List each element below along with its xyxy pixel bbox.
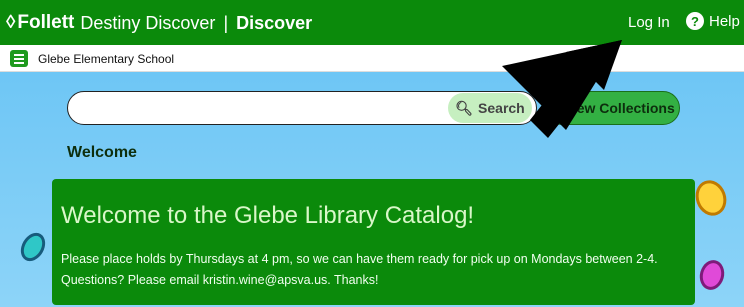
login-link[interactable]: Log In (628, 14, 670, 31)
search-button[interactable]: 🔍︎ Search (448, 93, 532, 123)
collections-icon: ■ (550, 100, 559, 116)
view-collections-label: View Collections (563, 100, 675, 116)
welcome-card-line: Questions? Please email kristin.wine@aps… (61, 273, 379, 287)
top-navigation-bar: ◊ Follett Destiny Discover | Discover Lo… (0, 0, 744, 45)
hamburger-menu-icon[interactable] (10, 50, 28, 67)
follett-wordmark: Follett (17, 12, 75, 33)
butterfly-decoration-icon (696, 257, 728, 293)
product-name: Destiny Discover (80, 12, 216, 33)
school-bar: Glebe Elementary School (0, 45, 744, 72)
school-name: Glebe Elementary School (38, 52, 175, 66)
butterfly-decoration-icon (690, 175, 732, 221)
search-icon: 🔍︎ (455, 99, 474, 116)
brand-logo[interactable]: ◊ Follett Destiny Discover | Discover (6, 11, 312, 35)
main-content: 🔍︎ Search ■ View Collections Welcome Wel… (0, 72, 744, 307)
welcome-card-title: Welcome to the Glebe Library Catalog! (61, 202, 475, 229)
help-icon: ? (686, 12, 704, 30)
help-link[interactable]: ? Help (686, 12, 740, 30)
welcome-card-line: Please place holds by Thursdays at 4 pm,… (61, 252, 658, 266)
welcome-card-body: Please place holds by Thursdays at 4 pm,… (61, 249, 691, 291)
app-name: Discover (236, 12, 313, 33)
follett-logo-icon: ◊ (6, 12, 16, 33)
help-label: Help (709, 12, 740, 30)
welcome-card: Welcome to the Glebe Library Catalog! Pl… (52, 179, 695, 305)
butterfly-decoration-icon (15, 228, 51, 266)
brand-separator: | (223, 12, 229, 33)
search-button-label: Search (478, 100, 525, 116)
view-collections-button[interactable]: ■ View Collections (545, 91, 680, 125)
welcome-heading: Welcome (67, 144, 137, 161)
